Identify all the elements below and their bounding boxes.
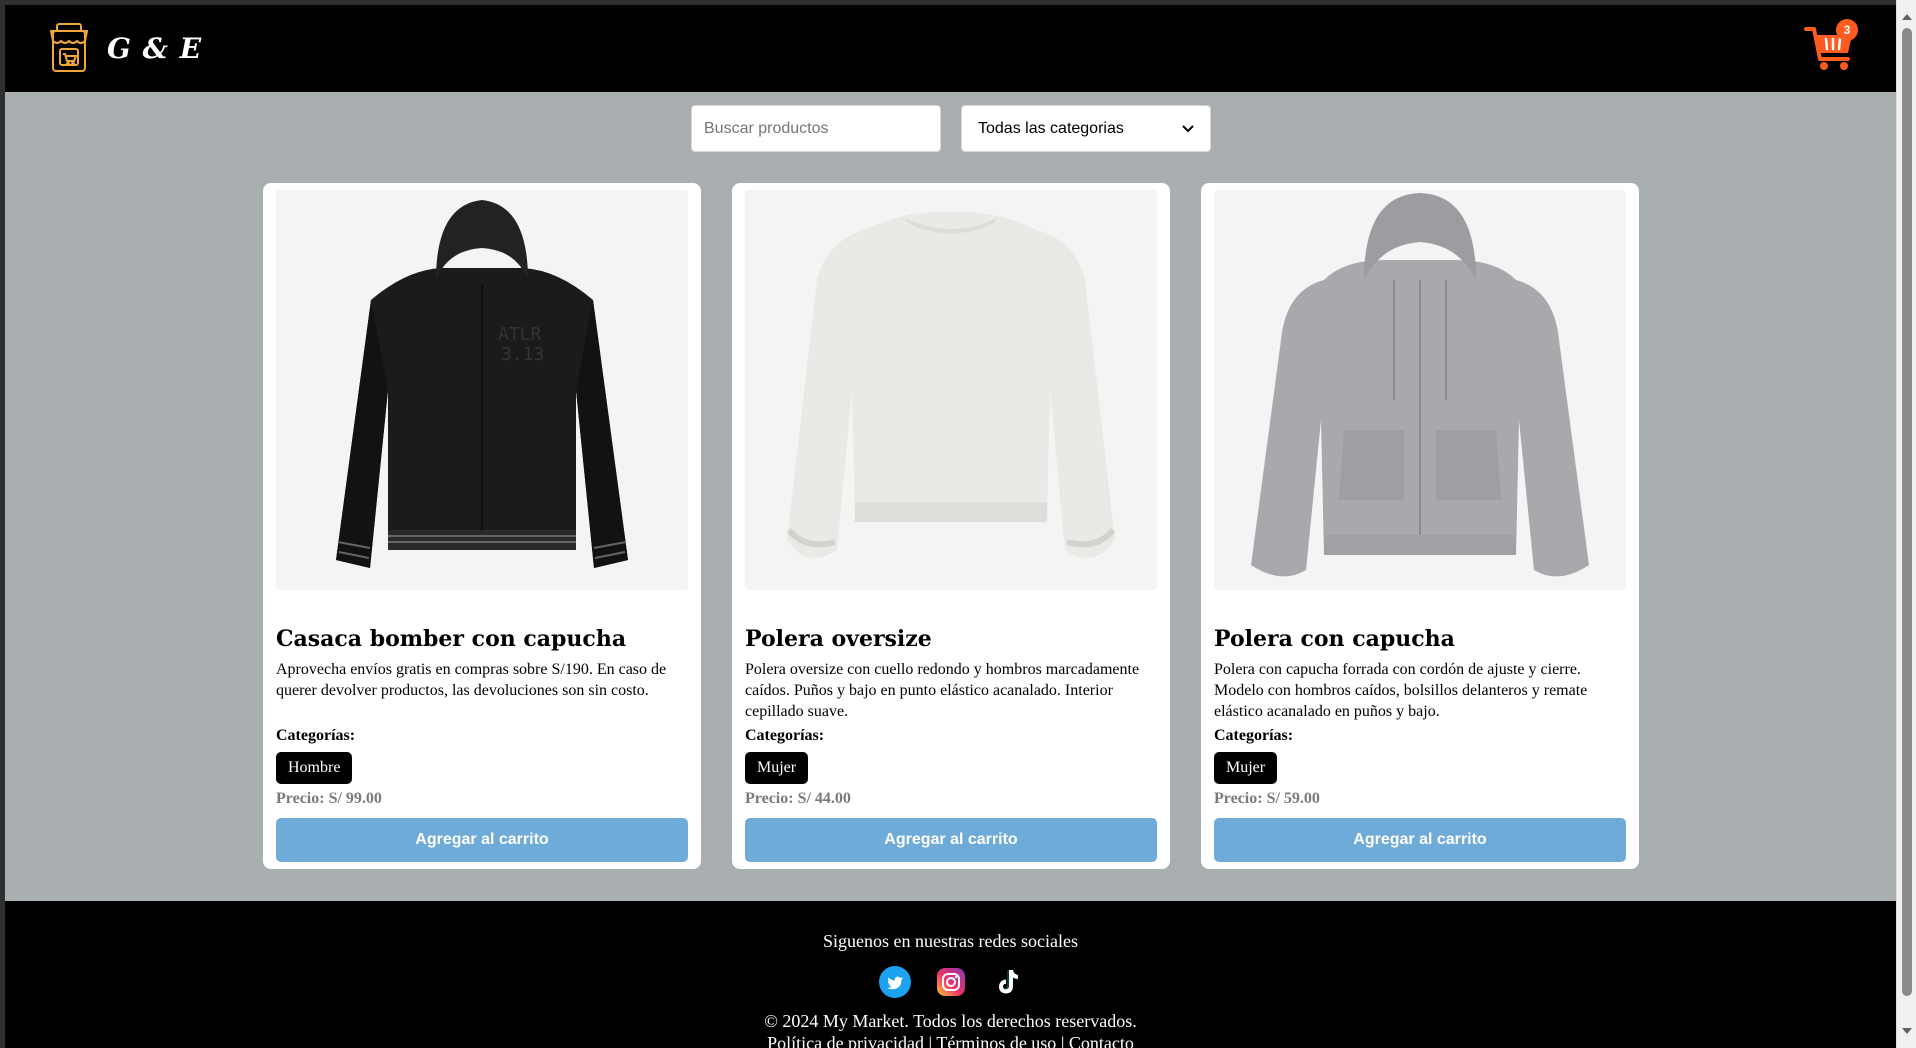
site-header: G & E 3 [5,5,1896,92]
social-links [5,966,1896,998]
product-grid: ATLR 3.13 Casaca bomber con capucha Apro… [263,183,1639,869]
brand[interactable]: G & E [49,21,202,75]
product-title: Polera oversize [745,626,932,652]
product-price: Precio: S/ 99.00 [276,790,382,807]
product-description: Polera oversize con cuello redondo y hom… [745,661,1140,720]
scroll-down-arrow[interactable] [1902,1028,1912,1034]
site-footer: Siguenos en nuestras redes sociales © 20… [5,901,1896,1048]
cart-count-badge: 3 [1836,19,1858,41]
scroll-up-arrow[interactable] [1902,14,1912,20]
product-price: Precio: S/ 44.00 [745,790,851,807]
cart-button[interactable]: 3 [1804,19,1858,73]
add-to-cart-button[interactable]: Agregar al carrito [745,818,1157,862]
product-description: Aprovecha envíos gratis en compras sobre… [276,661,667,699]
categories-label: Categorías: [276,727,356,744]
filter-bar: Todas las categorias [691,105,1211,152]
footer-links: Política de privacidad | Términos de uso… [5,1032,1896,1048]
footer-separator: | [1060,1033,1065,1048]
terms-of-use-link[interactable]: Términos de uso [936,1033,1056,1048]
storefront-icon [49,23,89,72]
product-image-oversize-sweatshirt [745,190,1157,590]
footer-separator: | [928,1033,933,1048]
product-image-zip-hoodie [1214,190,1626,590]
search-input[interactable] [691,105,941,152]
page-viewport: G & E 3 Todas las categorias [5,5,1896,1048]
tiktok-icon[interactable] [991,966,1023,998]
scroll-thumb[interactable] [1902,28,1912,996]
twitter-icon[interactable] [878,966,911,998]
svg-text:3.13: 3.13 [501,344,544,365]
category-chip[interactable]: Mujer [1214,752,1278,784]
page-scrollbar[interactable] [1896,0,1916,1048]
svg-text:ATLR: ATLR [498,324,542,345]
product-card: Polera oversize Polera oversize con cuel… [732,183,1170,869]
add-to-cart-button[interactable]: Agregar al carrito [1214,818,1626,862]
instagram-icon[interactable] [935,966,967,998]
product-card: Polera con capucha Polera con capucha fo… [1201,183,1639,869]
categories-label: Categorías: [745,727,825,744]
category-select-value: Todas las categorias [978,119,1124,137]
product-title: Casaca bomber con capucha [276,626,627,652]
social-title: Siguenos en nuestras redes sociales [823,931,1078,951]
category-chip[interactable]: Mujer [745,752,809,784]
copyright-text: © 2024 My Market. Todos los derechos res… [764,1011,1137,1031]
browser-window: G & E 3 Todas las categorias [0,0,1916,1048]
add-to-cart-button[interactable]: Agregar al carrito [276,818,688,862]
product-price: Precio: S/ 59.00 [1214,790,1320,807]
categories-label: Categorías: [1214,727,1294,744]
product-card: ATLR 3.13 Casaca bomber con capucha Apro… [263,183,701,869]
contact-link[interactable]: Contacto [1069,1033,1134,1048]
brand-name: G & E [107,31,203,65]
product-description: Polera con capucha forrada con cordón de… [1214,661,1588,720]
category-chip[interactable]: Hombre [276,752,353,784]
chevron-down-icon [1182,124,1194,132]
privacy-policy-link[interactable]: Política de privacidad [767,1033,924,1048]
product-image-bomber-jacket: ATLR 3.13 [276,190,688,590]
category-select[interactable]: Todas las categorias [961,105,1211,152]
product-title: Polera con capucha [1214,626,1455,652]
